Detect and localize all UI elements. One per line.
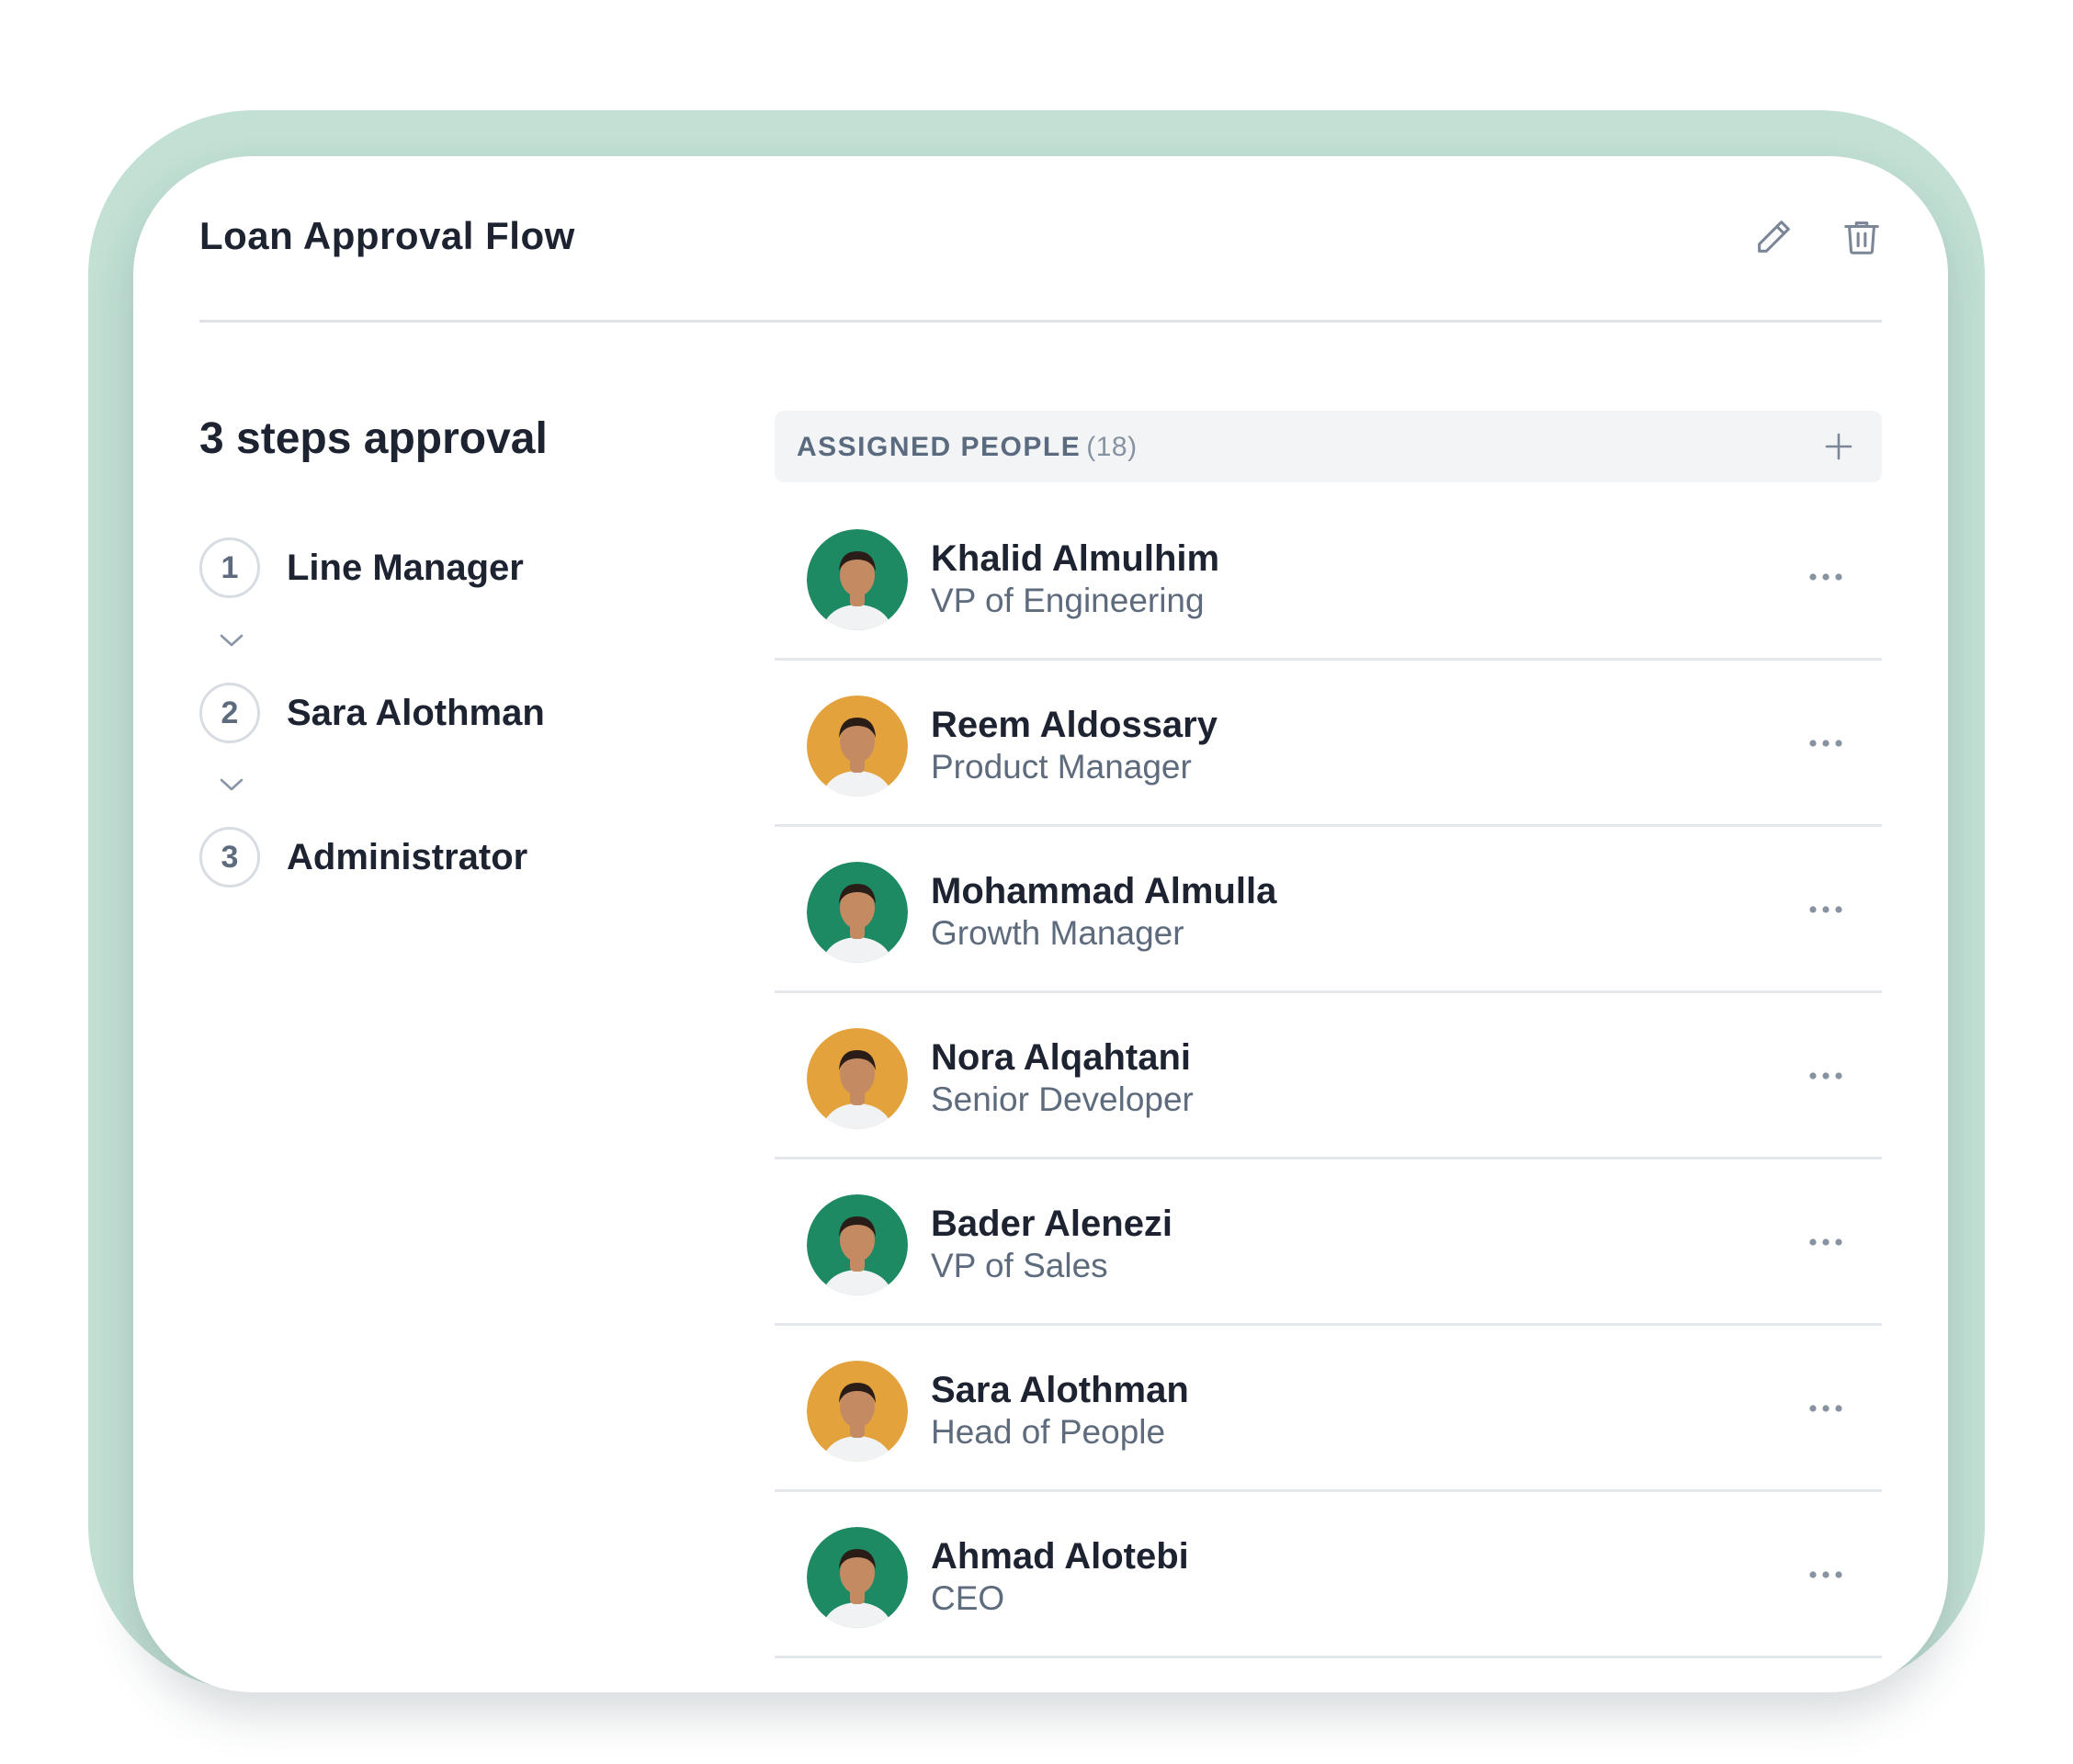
step-item-3: 3 Administrator [199,827,527,888]
avatar [807,1361,908,1462]
ellipsis-icon [1803,725,1849,762]
flow-title: Loan Approval Flow [199,214,575,257]
step-label: Line Manager [287,547,524,588]
avatar [807,1194,908,1295]
chevron-down-icon [218,775,245,794]
ellipsis-icon [1803,1057,1849,1094]
person-role: VP of Sales [931,1247,1108,1284]
step-number-badge: 1 [199,537,260,598]
ellipsis-icon [1803,1224,1849,1261]
more-options-button[interactable] [1803,1224,1849,1261]
person-role: Head of People [931,1413,1166,1451]
plus-icon [1821,429,1856,464]
steps-heading: 3 steps approval [199,414,548,463]
more-options-button[interactable] [1803,891,1849,928]
person-row[interactable]: Ahmad Alotebi CEO [775,1492,1882,1658]
assigned-people-header: ASSIGNED PEOPLE (18) [775,411,1882,482]
person-role: Product Manager [931,748,1192,786]
person-row[interactable]: Reem Aldossary Product Manager [775,661,1882,827]
more-options-button[interactable] [1803,559,1849,595]
ellipsis-icon [1803,559,1849,595]
person-role: Growth Manager [931,914,1184,952]
step-item-2: 2 Sara Alothman [199,683,545,743]
more-options-button[interactable] [1803,1556,1849,1593]
assigned-people-count: (18) [1086,432,1138,462]
person-name: Nora Alqahtani [931,1037,1191,1078]
person-name: Mohammad Almulla [931,871,1277,911]
more-options-button[interactable] [1803,725,1849,762]
step-item-1: 1 Line Manager [199,537,524,598]
delete-button[interactable] [1836,213,1887,265]
ellipsis-icon [1803,1390,1849,1427]
ellipsis-icon [1803,891,1849,928]
person-role: CEO [931,1579,1005,1617]
more-options-button[interactable] [1803,1390,1849,1427]
avatar [807,1028,908,1129]
person-row[interactable]: Mohammad Almulla Growth Manager [775,827,1882,993]
person-name: Bader Alenezi [931,1204,1173,1244]
person-name: Sara Alothman [931,1370,1189,1410]
step-label: Sara Alothman [287,692,545,733]
avatar [807,862,908,963]
person-row[interactable]: Bader Alenezi VP of Sales [775,1159,1882,1326]
pencil-icon [1752,216,1795,263]
approval-flow-card: Loan Approval Flow 3 steps approval 1 Li… [133,156,1948,1692]
person-name: Ahmad Alotebi [931,1536,1189,1577]
person-row[interactable]: Khalid Almulhim VP of Engineering [775,494,1882,661]
more-options-button[interactable] [1803,1057,1849,1094]
step-label: Administrator [287,836,528,877]
assigned-people-label: ASSIGNED PEOPLE (18) [797,432,1138,463]
avatar [807,1527,908,1628]
card-header: Loan Approval Flow [199,156,1882,322]
person-row[interactable]: Sara Alothman Head of People [775,1326,1882,1492]
person-role: VP of Engineering [931,582,1205,619]
trash-icon [1841,216,1883,263]
person-role: Senior Developer [931,1080,1194,1118]
chevron-down-icon [218,631,245,650]
add-person-button[interactable] [1821,429,1856,464]
assigned-people-title: ASSIGNED PEOPLE [797,432,1082,462]
avatar [807,529,908,630]
person-row[interactable]: Nora Alqahtani Senior Developer [775,993,1882,1159]
assigned-people-list: Khalid Almulhim VP of Engineering Reem A… [775,494,1882,1658]
person-name: Reem Aldossary [931,705,1218,745]
avatar [807,695,908,797]
person-name: Khalid Almulhim [931,538,1220,579]
ellipsis-icon [1803,1556,1849,1593]
step-number-badge: 2 [199,683,260,743]
edit-button[interactable] [1748,213,1799,265]
step-number-badge: 3 [199,827,260,888]
